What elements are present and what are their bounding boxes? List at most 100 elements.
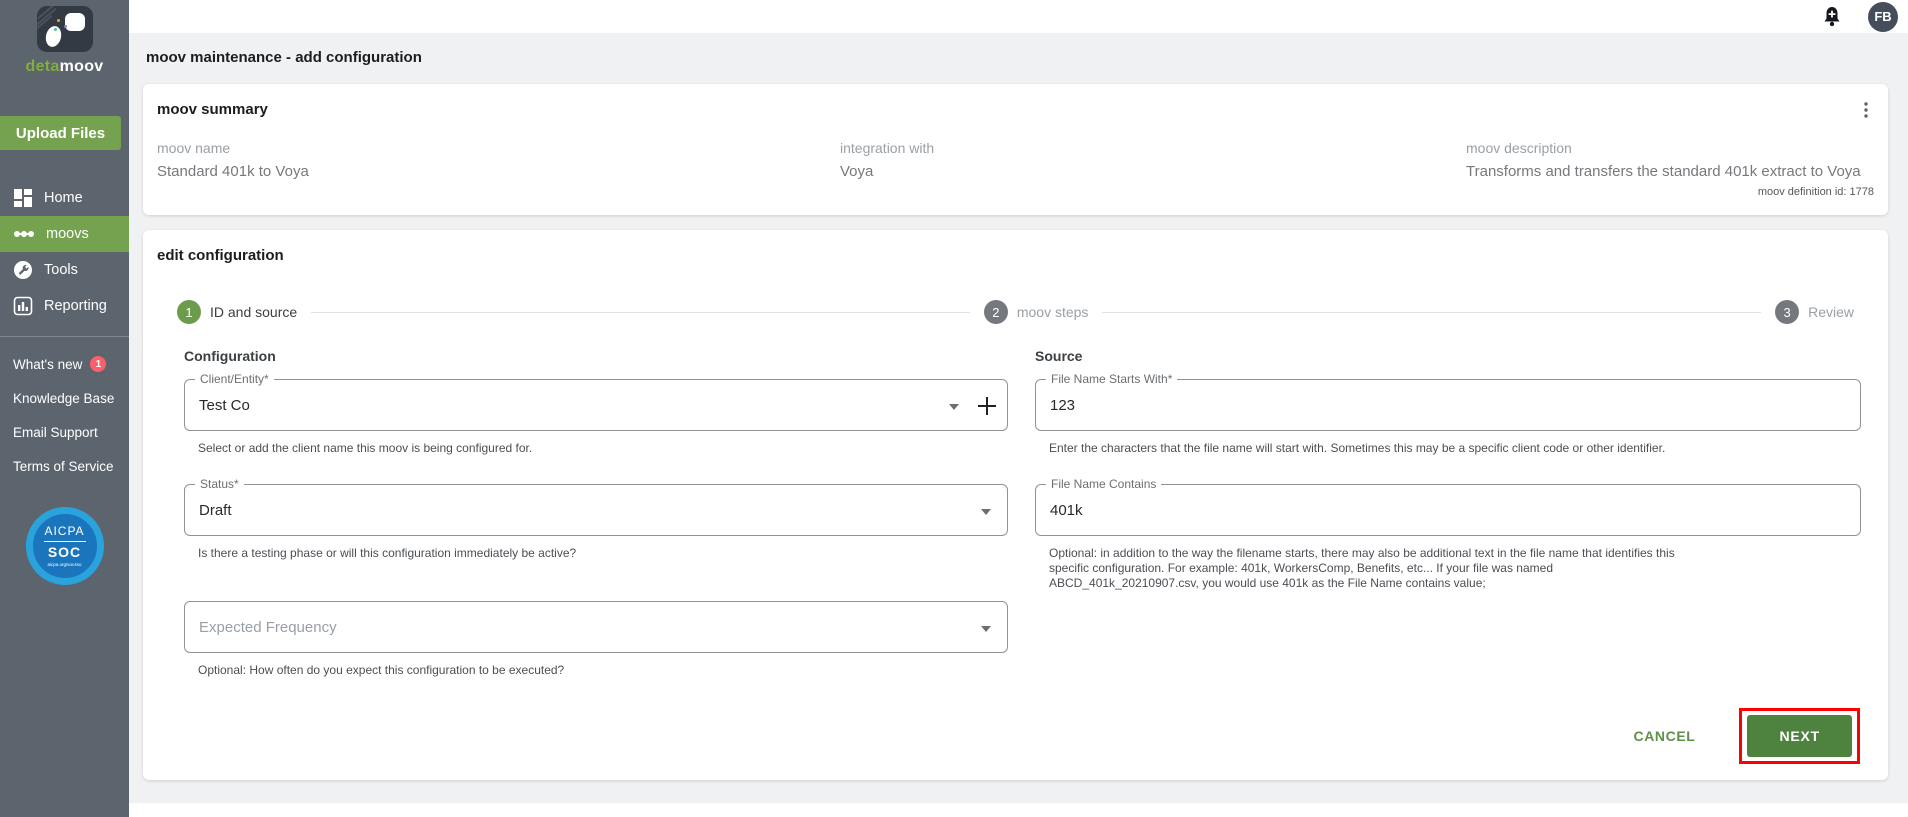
- chevron-down-icon[interactable]: [981, 626, 991, 632]
- sidebar-link-knowledge-base[interactable]: Knowledge Base: [0, 381, 129, 415]
- bell-plus-icon: [1824, 6, 1840, 26]
- kebab-menu-icon: [1864, 102, 1868, 118]
- summary-field-value: Voya: [840, 163, 874, 180]
- step-label: moov steps: [1016, 304, 1089, 320]
- sidebar-item-tools[interactable]: Tools: [0, 252, 129, 288]
- sidebar-nav: Home moovs Tools Reporting: [0, 180, 129, 324]
- client-entity-helper: Select or add the client name this moov …: [198, 441, 533, 455]
- next-button-highlight-box: NEXT: [1739, 708, 1860, 764]
- sidebar-link-email-support[interactable]: Email Support: [0, 415, 129, 449]
- step-label: ID and source: [210, 304, 298, 320]
- logo-blob: [64, 13, 85, 31]
- sidebar-item-label: Home: [44, 190, 83, 206]
- edit-configuration-card: edit configuration 1 ID and source 2 moo…: [143, 230, 1888, 780]
- step-label: Review: [1808, 304, 1855, 320]
- summary-fields: moov name Standard 401k to Voya integrat…: [157, 140, 1874, 180]
- summary-menu-button[interactable]: [1862, 100, 1870, 125]
- step-number-badge: 1: [177, 300, 201, 324]
- logo-dot: [53, 28, 57, 31]
- side-link-label: Knowledge Base: [13, 390, 115, 406]
- summary-field-label: integration with: [840, 140, 935, 156]
- cancel-button[interactable]: CANCEL: [1628, 727, 1702, 745]
- client-entity-select[interactable]: Client/Entity*: [184, 372, 1008, 431]
- app-window: detamoov Upload Files Home moovs Tools R…: [0, 0, 1908, 817]
- sidebar-link-whats-new[interactable]: What's new 1: [0, 347, 129, 381]
- summary-field-moov-name: moov name Standard 401k to Voya: [157, 140, 840, 180]
- step-review[interactable]: 3 Review: [1775, 300, 1854, 324]
- expected-frequency-input[interactable]: [185, 602, 1007, 652]
- client-entity-group: Client/Entity* Select or add the client …: [184, 372, 1008, 456]
- aicpa-soc-badge: AICPA SOC aicpa.org/soc4so: [25, 507, 104, 585]
- page-title: moov maintenance - add configuration: [146, 49, 422, 66]
- stepper-connector: [1102, 311, 1762, 313]
- chevron-down-icon[interactable]: [949, 404, 959, 410]
- sidebar-item-label: Tools: [44, 262, 78, 278]
- file-contains-helper: Optional: in addition to the way the fil…: [1049, 546, 1675, 590]
- summary-field-integration-with: integration with Voya: [840, 140, 1466, 180]
- summary-field-label: moov description: [1466, 140, 1572, 156]
- moov-summary-card: moov summary moov name Standard 401k to …: [143, 84, 1888, 215]
- status-input[interactable]: [185, 485, 1007, 535]
- file-contains-field[interactable]: File Name Contains: [1035, 477, 1861, 536]
- summary-field-label: moov name: [157, 140, 231, 156]
- file-starts-with-group: File Name Starts With* Enter the charact…: [1035, 372, 1861, 456]
- soc-badge-divider: [43, 540, 86, 542]
- file-starts-with-input[interactable]: [1036, 380, 1860, 430]
- expected-frequency-helper: Optional: How often do you expect this c…: [198, 663, 565, 677]
- sidebar-item-reporting[interactable]: Reporting: [0, 288, 129, 324]
- whats-new-count-badge: 1: [90, 356, 107, 372]
- side-link-label: Email Support: [13, 424, 98, 440]
- moovs-dots-icon: [14, 231, 34, 237]
- source-heading: Source: [1035, 348, 1083, 364]
- summary-field-value: Standard 401k to Voya: [157, 163, 309, 180]
- summary-card-title: moov summary: [157, 101, 268, 118]
- moov-definition-id: moov definition id: 1778: [1757, 186, 1874, 198]
- sidebar-item-label: moovs: [46, 226, 89, 242]
- plus-icon: [978, 405, 996, 407]
- chevron-down-icon[interactable]: [981, 509, 991, 515]
- configuration-column: Configuration Client/Entity* Select or a…: [184, 348, 1008, 678]
- top-bar: FB: [129, 0, 1908, 33]
- sidebar-item-label: Reporting: [44, 298, 107, 314]
- step-id-and-source[interactable]: 1 ID and source: [177, 300, 297, 324]
- notifications-button[interactable]: [1822, 6, 1842, 28]
- user-avatar[interactable]: FB: [1868, 1, 1898, 32]
- add-client-button[interactable]: [977, 396, 997, 416]
- source-column: Source File Name Starts With* Enter the …: [1035, 348, 1861, 678]
- main-area: FB moov maintenance - add configuration …: [129, 0, 1908, 817]
- reporting-bar-chart-icon: [13, 296, 33, 316]
- status-helper: Is there a testing phase or will this co…: [198, 546, 577, 560]
- sidebar-link-terms-of-service[interactable]: Terms of Service: [0, 449, 129, 483]
- stepper-connector: [311, 311, 970, 313]
- logo-blob: [43, 24, 63, 49]
- next-button[interactable]: NEXT: [1747, 715, 1852, 757]
- tools-wrench-icon: [14, 261, 32, 279]
- expected-frequency-select[interactable]: [184, 601, 1008, 653]
- sidebar-item-moovs[interactable]: moovs: [0, 216, 129, 252]
- sidebar-item-home[interactable]: Home: [0, 180, 129, 216]
- home-dashboard-icon: [14, 189, 32, 207]
- soc-badge-line2: SOC: [47, 543, 82, 560]
- logo-dot: [63, 25, 67, 28]
- form-actions: CANCEL NEXT: [157, 708, 1860, 764]
- step-number-badge: 3: [1775, 300, 1800, 324]
- upload-files-button[interactable]: Upload Files: [0, 116, 121, 150]
- configuration-form: Configuration Client/Entity* Select or a…: [184, 348, 1861, 678]
- side-link-label: What's new: [13, 356, 83, 372]
- step-number-badge: 2: [983, 300, 1008, 324]
- file-contains-group: File Name Contains Optional: in addition…: [1035, 477, 1861, 591]
- file-contains-input[interactable]: [1036, 485, 1860, 535]
- edit-card-title: edit configuration: [157, 247, 284, 264]
- summary-field-value: Transforms and transfers the standard 40…: [1466, 163, 1861, 180]
- file-starts-with-field[interactable]: File Name Starts With*: [1035, 372, 1861, 431]
- file-starts-with-helper: Enter the characters that the file name …: [1049, 441, 1666, 455]
- step-moov-steps[interactable]: 2 moov steps: [983, 300, 1089, 324]
- detamoov-logo-icon: [36, 6, 93, 52]
- status-select[interactable]: Status*: [184, 477, 1008, 536]
- brand-name-part2: moov: [59, 58, 104, 75]
- soc-badge-line3: aicpa.org/soc4so: [47, 561, 82, 567]
- client-entity-input[interactable]: [185, 380, 1007, 430]
- sidebar: detamoov Upload Files Home moovs Tools R…: [0, 0, 129, 817]
- page-content: moov maintenance - add configuration moo…: [129, 33, 1908, 803]
- configuration-heading: Configuration: [184, 348, 276, 364]
